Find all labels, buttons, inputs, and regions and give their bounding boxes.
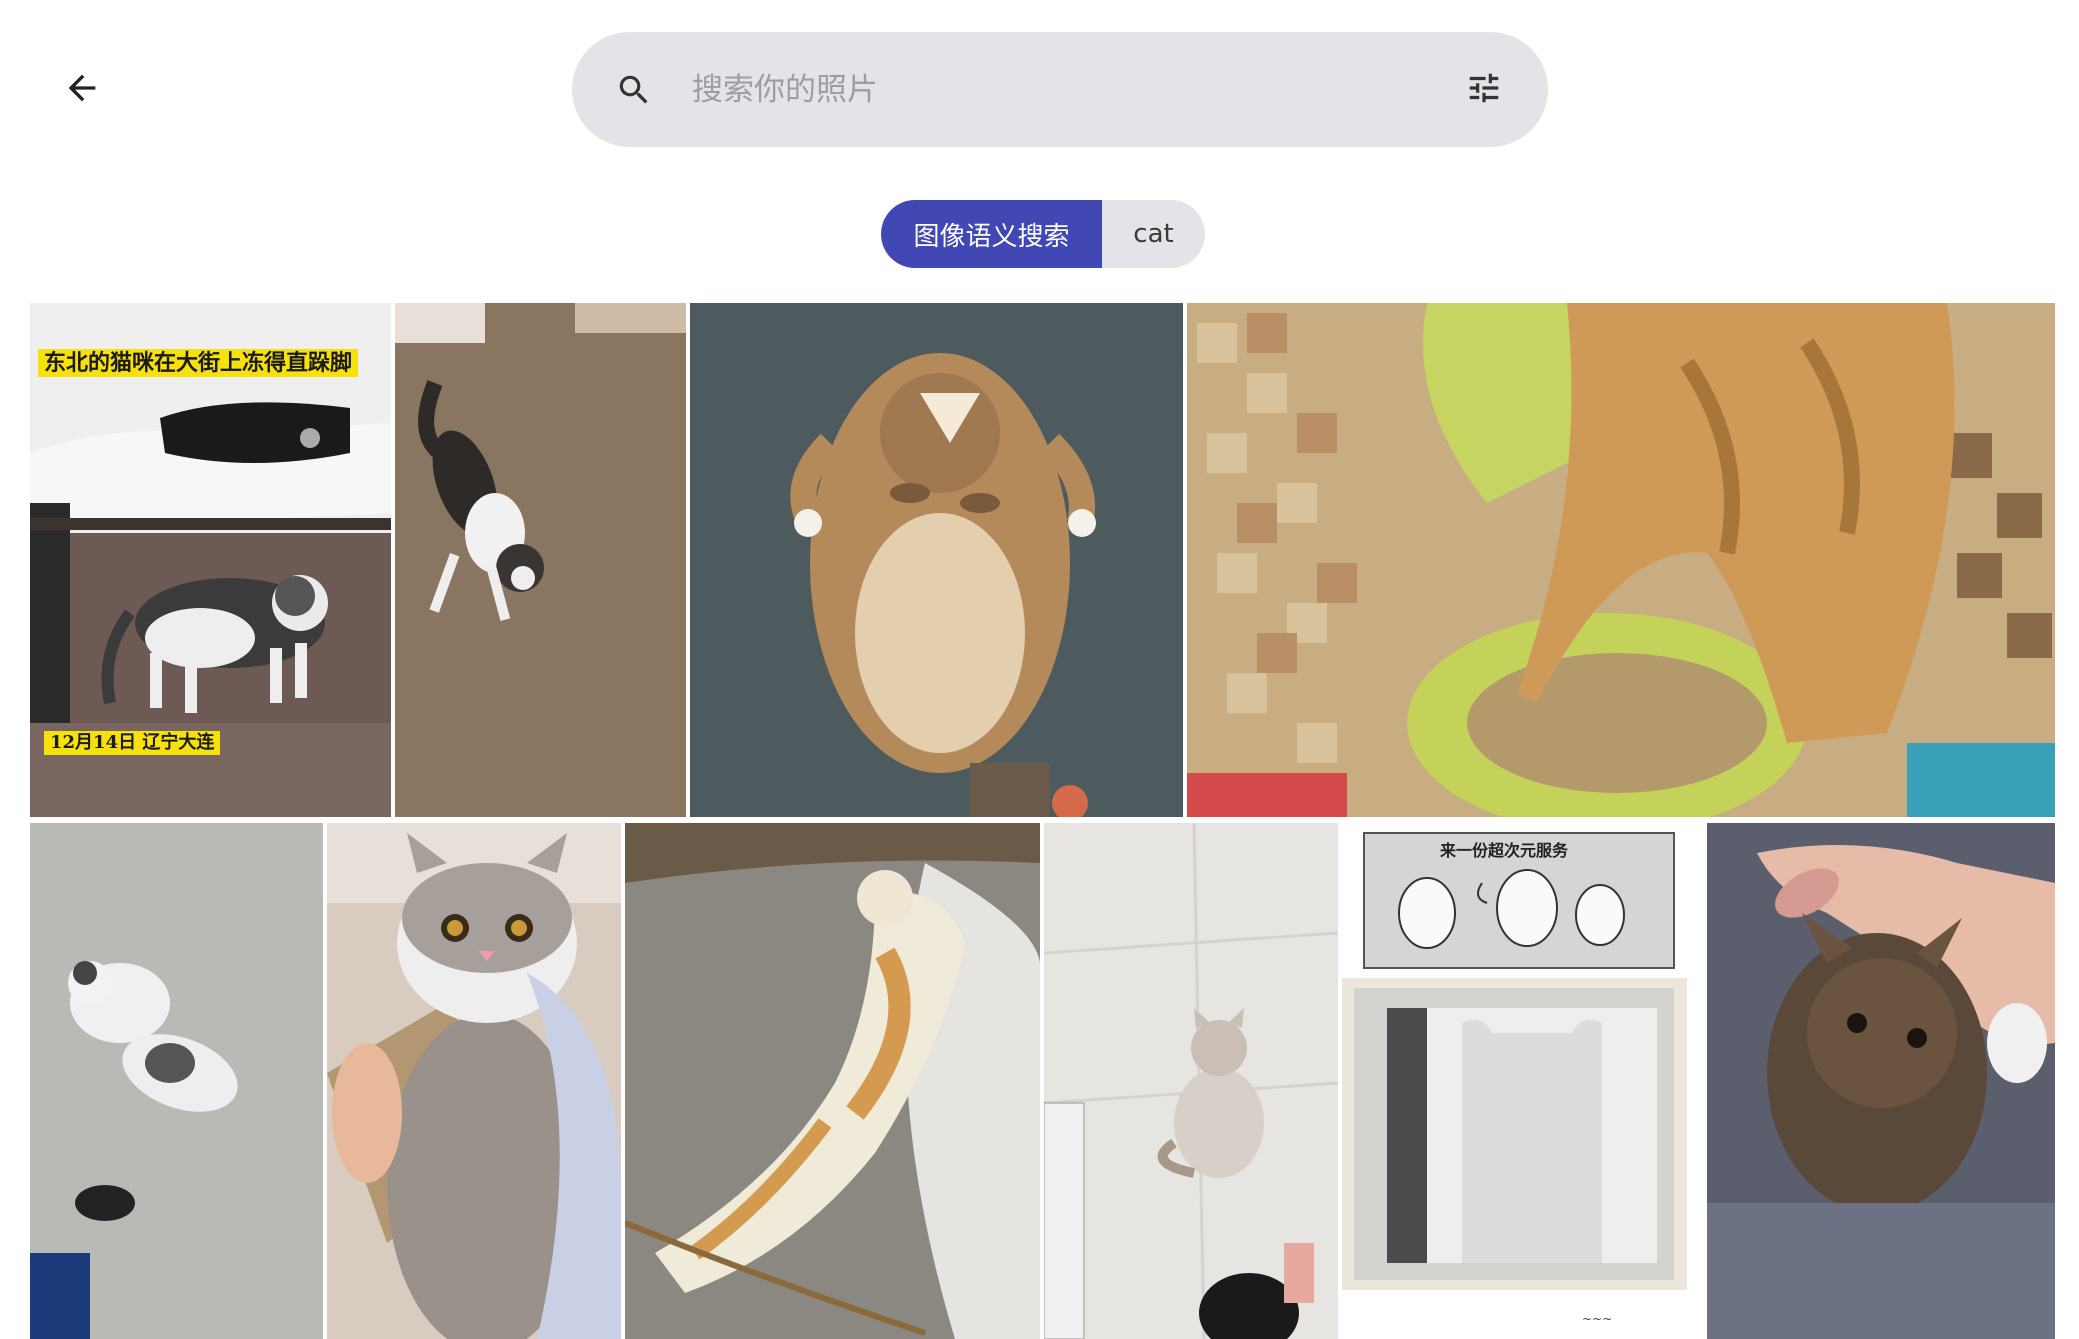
photo-thumbnail[interactable]	[327, 823, 621, 1339]
photo-thumbnail[interactable]	[1187, 303, 2055, 817]
search-bar[interactable]	[572, 32, 1548, 147]
chip-query-cat[interactable]: cat	[1102, 200, 1205, 268]
photo-thumbnail[interactable]	[1707, 823, 2055, 1339]
chubby-cat-lying-image	[690, 303, 1183, 817]
back-button[interactable]	[52, 60, 112, 120]
search-icon	[612, 68, 656, 112]
photo-thumbnail[interactable]: ~~~ 来一份超次元服务	[1342, 823, 1703, 1339]
photo-thumbnail[interactable]	[690, 303, 1183, 817]
cat-sitting-image	[1044, 823, 1338, 1339]
caption-bottom: 12月14日 辽宁大连	[44, 731, 221, 755]
comic-title: 来一份超次元服务	[1440, 841, 1569, 860]
photo-thumbnail[interactable]: 东北的猫咪在大街上冻得直跺脚 12月14日 辽宁大连	[30, 303, 391, 817]
svg-text:~~~: ~~~	[1582, 1312, 1612, 1326]
cat-walking-carpet-image	[395, 303, 686, 817]
tune-sliders-icon	[1465, 69, 1503, 111]
photo-thumbnail[interactable]	[30, 823, 323, 1339]
cat-comic-image: ~~~	[1342, 823, 1703, 1339]
filter-button[interactable]	[1460, 66, 1508, 114]
search-input[interactable]	[690, 54, 1414, 126]
photo-thumbnail[interactable]	[395, 303, 686, 817]
chip-semantic-search[interactable]: 图像语义搜索	[881, 200, 1102, 268]
arrow-left-icon	[62, 68, 102, 112]
cat-looking-up-image	[327, 823, 621, 1339]
search-chip-group: 图像语义搜索 cat	[881, 200, 1205, 268]
kitten-held-image	[1707, 823, 2055, 1339]
photo-thumbnail[interactable]	[625, 823, 1040, 1339]
cat-stretching-image	[625, 823, 1040, 1339]
photo-search-screen: 图像语义搜索 cat 东北的猫咪在大街上冻得直跺脚 12月14日 辽宁大连	[0, 0, 2079, 1339]
cat-on-toilet-image	[1187, 303, 2055, 817]
caption-top: 东北的猫咪在大街上冻得直跺脚	[38, 349, 359, 378]
cat-on-floor-image	[30, 823, 323, 1339]
photo-thumbnail[interactable]	[1044, 823, 1338, 1339]
